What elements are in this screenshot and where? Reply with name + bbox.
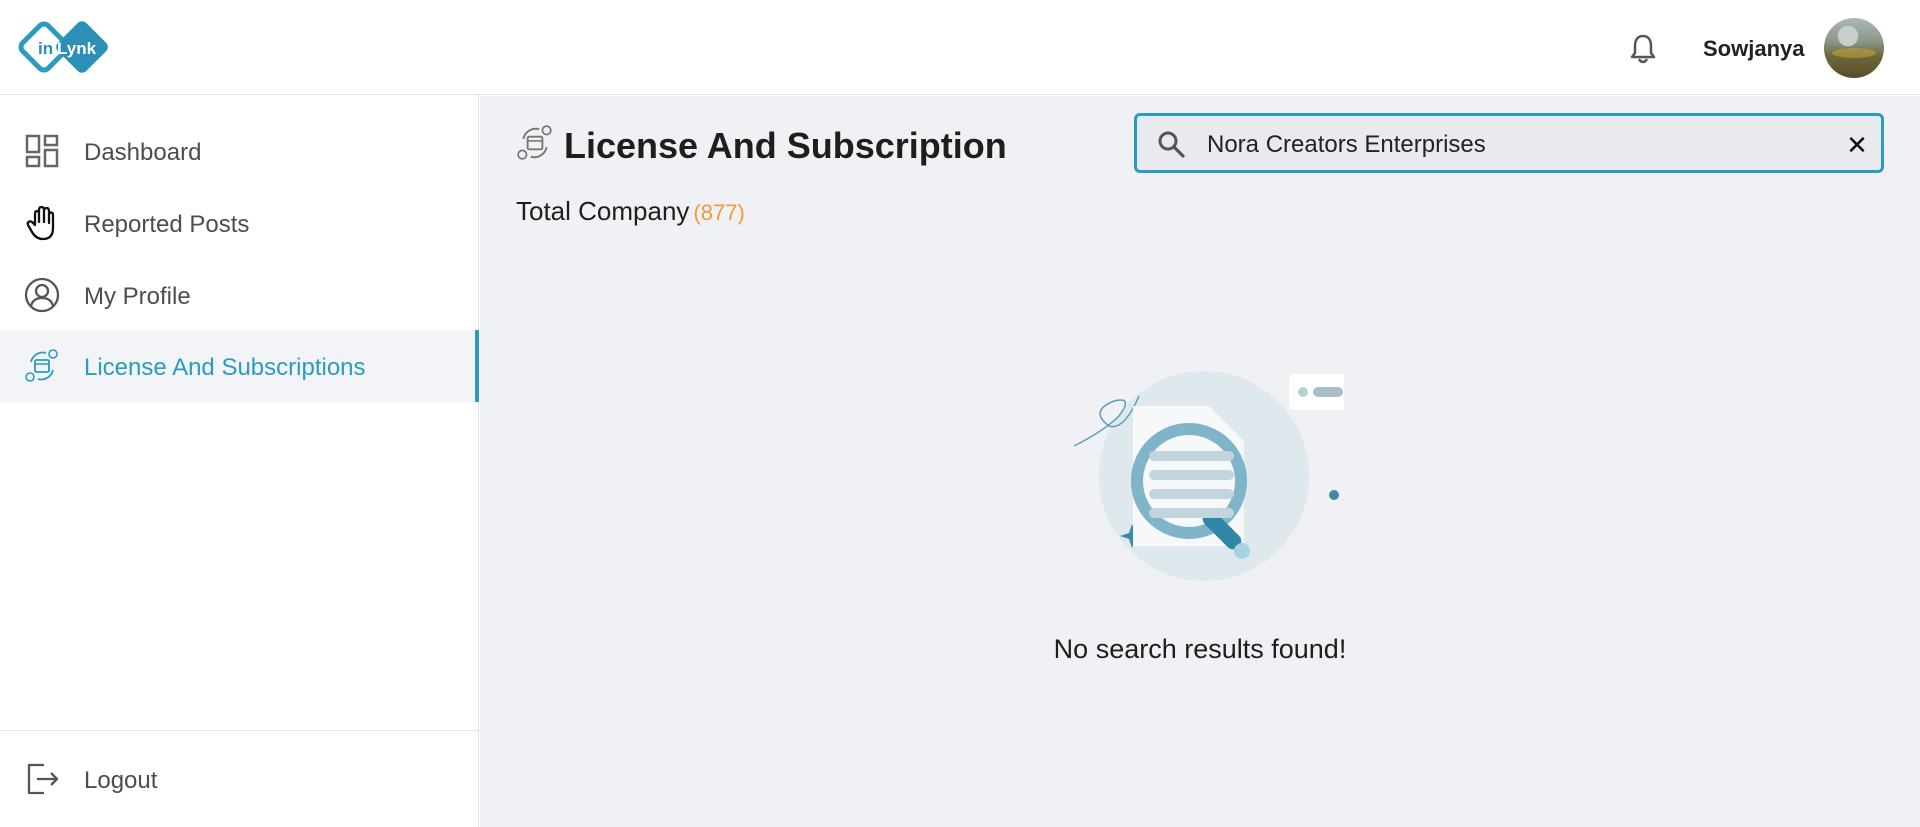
dashboard-icon xyxy=(25,134,59,168)
search-box[interactable]: Nora Creators Enterprises ✕ xyxy=(1134,113,1884,173)
logout-label: Logout xyxy=(84,767,158,794)
sidebar-item-dashboard[interactable]: Dashboard xyxy=(0,115,479,187)
sidebar-item-license-and-subscriptions[interactable]: License And Subscriptions xyxy=(0,330,479,402)
username[interactable]: Sowjanya xyxy=(1703,36,1804,62)
sidebar-item-label: My Profile xyxy=(84,283,191,310)
total-company-count: (877) xyxy=(693,200,745,225)
license-icon xyxy=(25,349,58,382)
sidebar-item-reported-posts[interactable]: Reported Posts xyxy=(0,187,479,259)
top-header: in Lynk Sowjanya xyxy=(0,0,1920,95)
sidebar-item-my-profile[interactable]: My Profile xyxy=(0,259,479,331)
empty-search-illustration xyxy=(1073,371,1344,581)
logout-icon xyxy=(27,763,59,795)
search-input[interactable]: Nora Creators Enterprises xyxy=(1207,131,1486,159)
empty-state-message: No search results found! xyxy=(1053,634,1347,664)
total-company-label: Total Company xyxy=(516,196,690,226)
close-icon[interactable]: ✕ xyxy=(1842,130,1872,160)
svg-text:in: in xyxy=(38,39,53,58)
logout-button[interactable]: Logout xyxy=(0,743,479,815)
page-title: License And Subscription xyxy=(564,125,1007,166)
user-avatar[interactable] xyxy=(1824,18,1884,78)
main-content: License And Subscription Total Company (8… xyxy=(480,96,1920,827)
bell-icon[interactable] xyxy=(1628,33,1658,65)
sidebar-divider xyxy=(0,730,479,731)
sidebar: Dashboard Reported Posts My Profile Lice… xyxy=(0,95,479,827)
inlynk-logo[interactable]: in Lynk xyxy=(16,17,120,77)
total-company: Total Company (877) xyxy=(516,196,745,227)
profile-icon xyxy=(24,277,60,313)
search-icon xyxy=(1158,131,1185,158)
license-icon xyxy=(517,125,552,160)
sidebar-item-label: Dashboard xyxy=(84,139,202,166)
svg-text:Lynk: Lynk xyxy=(57,39,97,58)
hand-icon xyxy=(26,205,55,241)
sidebar-item-label: License And Subscriptions xyxy=(84,354,366,381)
sidebar-item-label: Reported Posts xyxy=(84,211,250,238)
